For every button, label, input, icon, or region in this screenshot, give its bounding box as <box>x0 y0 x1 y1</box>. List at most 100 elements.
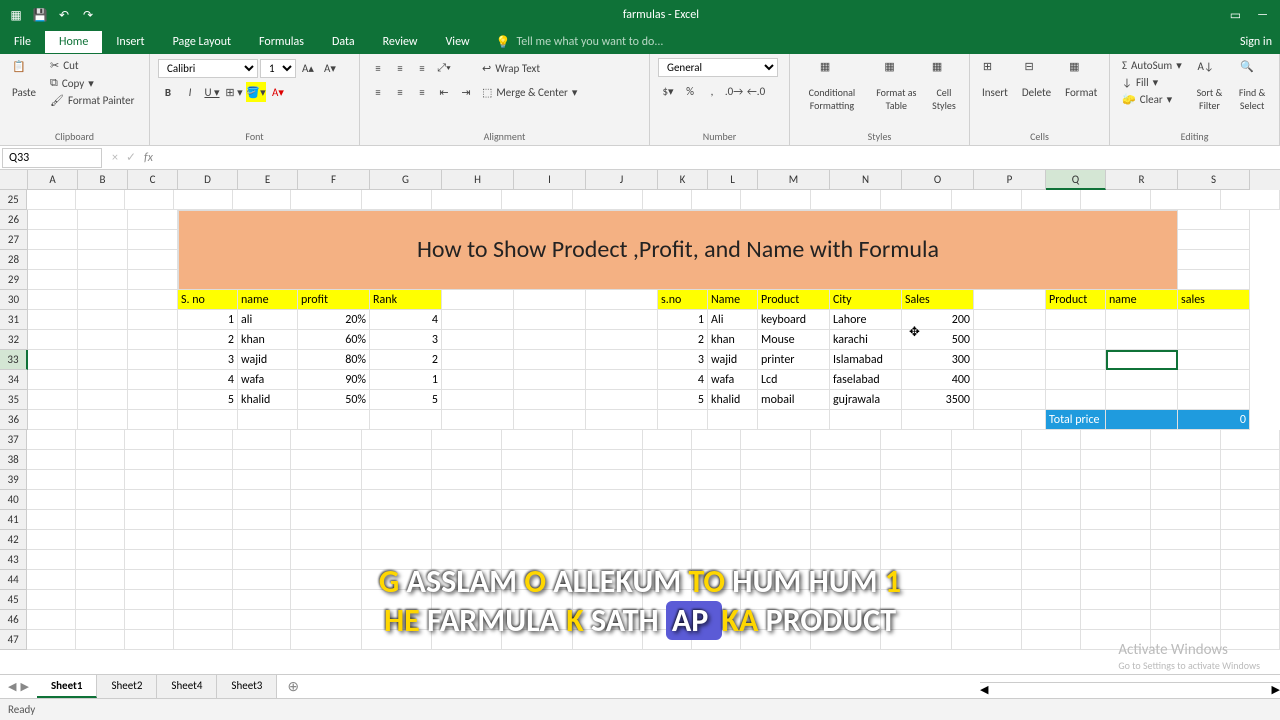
cell[interactable] <box>432 510 502 530</box>
total-label-cell[interactable]: Total price <box>1046 410 1106 430</box>
header-cell[interactable] <box>586 290 658 310</box>
cell[interactable] <box>502 470 572 490</box>
align-bottom-icon[interactable]: ≡ <box>412 58 432 78</box>
sheet-nav-prev-icon[interactable]: ◀ <box>8 680 16 693</box>
align-center-icon[interactable]: ≡ <box>390 82 410 102</box>
cell[interactable] <box>811 510 881 530</box>
cell[interactable] <box>28 270 78 290</box>
cell[interactable] <box>125 530 174 550</box>
cell[interactable] <box>643 190 692 210</box>
col-header-A[interactable]: A <box>28 170 78 190</box>
header-cell[interactable]: Rank <box>370 290 442 310</box>
cell[interactable] <box>692 450 741 470</box>
header-cell[interactable] <box>78 290 128 310</box>
col-header-F[interactable]: F <box>298 170 370 190</box>
data-cell[interactable] <box>514 310 586 330</box>
decrease-indent-icon[interactable]: ⇤ <box>434 82 454 102</box>
cell[interactable] <box>692 190 741 210</box>
cell[interactable] <box>27 510 76 530</box>
cell[interactable] <box>125 450 174 470</box>
cell[interactable] <box>233 190 292 210</box>
data-cell[interactable]: 300 <box>902 350 974 370</box>
data-cell[interactable]: 2 <box>658 330 708 350</box>
data-cell[interactable] <box>442 310 514 330</box>
data-cell[interactable]: wafa <box>708 370 758 390</box>
cell[interactable] <box>1178 250 1250 270</box>
cell[interactable] <box>233 430 292 450</box>
cell[interactable] <box>881 530 951 550</box>
cell[interactable] <box>27 530 76 550</box>
data-cell[interactable]: 5 <box>178 390 238 410</box>
cell[interactable] <box>881 430 951 450</box>
data-cell[interactable] <box>1178 350 1250 370</box>
cell[interactable] <box>128 410 178 430</box>
cell[interactable] <box>830 410 902 430</box>
cell[interactable] <box>1081 510 1151 530</box>
data-cell[interactable]: 1 <box>658 310 708 330</box>
col-header-N[interactable]: N <box>830 170 902 190</box>
data-cell[interactable]: 5 <box>658 390 708 410</box>
cell[interactable] <box>1178 230 1250 250</box>
total-value-cell[interactable]: 0 <box>1178 410 1250 430</box>
data-cell[interactable] <box>78 390 128 410</box>
row-header-29[interactable]: 29 <box>0 270 28 290</box>
data-cell[interactable]: 4 <box>178 370 238 390</box>
data-cell[interactable] <box>28 310 78 330</box>
cell[interactable] <box>370 410 442 430</box>
data-cell[interactable] <box>442 350 514 370</box>
cell[interactable] <box>881 190 951 210</box>
cell[interactable] <box>291 450 361 470</box>
cell[interactable] <box>741 470 811 490</box>
cell[interactable] <box>811 190 881 210</box>
cell[interactable] <box>692 530 741 550</box>
row-header-25[interactable]: 25 <box>0 190 27 210</box>
data-cell[interactable]: 3 <box>178 350 238 370</box>
data-cell[interactable]: khalid <box>708 390 758 410</box>
data-cell[interactable]: 1 <box>178 310 238 330</box>
cell[interactable] <box>291 510 361 530</box>
conditional-formatting-button[interactable]: ▦Conditional Formatting <box>798 58 866 114</box>
cell[interactable] <box>291 490 361 510</box>
data-cell[interactable] <box>28 330 78 350</box>
data-cell[interactable] <box>1046 370 1106 390</box>
cell[interactable] <box>291 190 361 210</box>
data-cell[interactable]: 3 <box>658 350 708 370</box>
data-cell[interactable] <box>78 310 128 330</box>
cell[interactable] <box>174 190 233 210</box>
cell[interactable] <box>432 450 502 470</box>
cell[interactable] <box>27 430 76 450</box>
data-cell[interactable]: 80% <box>298 350 370 370</box>
data-cell[interactable]: wafa <box>238 370 298 390</box>
insert-cells-button[interactable]: ⊞Insert <box>978 58 1012 101</box>
data-cell[interactable] <box>514 350 586 370</box>
header-cell[interactable] <box>128 290 178 310</box>
cell[interactable] <box>881 470 951 490</box>
cell[interactable] <box>741 190 811 210</box>
data-cell[interactable]: Islamabad <box>830 350 902 370</box>
cell[interactable] <box>692 510 741 530</box>
cell[interactable] <box>78 410 128 430</box>
row-header-30[interactable]: 30 <box>0 290 28 310</box>
align-middle-icon[interactable]: ≡ <box>390 58 410 78</box>
tell-me-search[interactable]: 💡Tell me what you want to do... <box>484 35 664 50</box>
cell[interactable] <box>881 510 951 530</box>
cell[interactable] <box>76 490 125 510</box>
cell[interactable] <box>573 450 643 470</box>
col-header-O[interactable]: O <box>902 170 974 190</box>
header-cell[interactable]: s.no <box>658 290 708 310</box>
row-header-33[interactable]: 33 <box>0 350 28 370</box>
header-cell[interactable] <box>442 290 514 310</box>
increase-indent-icon[interactable]: ⇥ <box>456 82 476 102</box>
data-cell[interactable]: 60% <box>298 330 370 350</box>
clear-button[interactable]: 🧽Clear ▾ <box>1118 92 1186 107</box>
enter-formula-icon[interactable]: ✓ <box>126 150 136 165</box>
header-cell[interactable] <box>974 290 1046 310</box>
cell[interactable] <box>76 530 125 550</box>
cell[interactable] <box>573 490 643 510</box>
copy-button[interactable]: ⧉Copy ▾ <box>46 75 138 91</box>
cell[interactable] <box>174 530 233 550</box>
header-cell[interactable]: Name <box>708 290 758 310</box>
cell[interactable] <box>1221 190 1280 210</box>
cell[interactable] <box>1151 190 1221 210</box>
tab-formulas[interactable]: Formulas <box>245 31 318 53</box>
